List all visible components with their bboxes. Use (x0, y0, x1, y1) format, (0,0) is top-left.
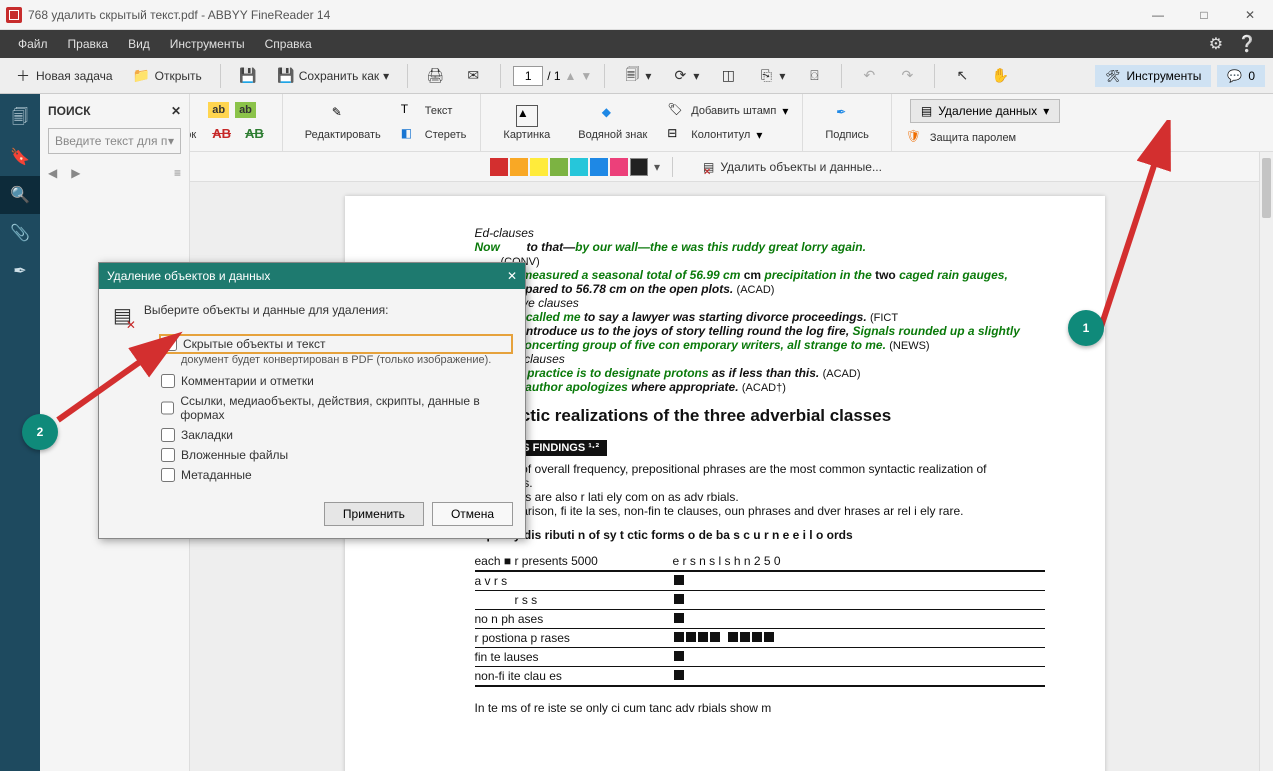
menubar: Файл Правка Вид Инструменты Справка ⚙ ❔ (0, 30, 1273, 58)
undo-button[interactable]: ↶ (854, 64, 884, 88)
apply-button[interactable]: Применить (324, 502, 424, 526)
delete-data-button[interactable]: ▤Удаление данных ▾ (910, 99, 1060, 123)
save-button[interactable]: 💾 (233, 64, 263, 88)
close-panel-icon[interactable]: ✕ (171, 104, 181, 118)
settings-icon[interactable]: ⚙ (1209, 34, 1223, 54)
dialog-icon: ▤✕ (113, 303, 132, 328)
color-swatch[interactable] (570, 158, 588, 176)
rail-signatures-icon[interactable]: ✒ (0, 252, 40, 290)
ocr-button[interactable]: ⌼ (799, 64, 829, 88)
page-current-input[interactable] (513, 66, 543, 86)
opt-attachments[interactable]: Вложенные файлы (161, 448, 511, 462)
menu-view[interactable]: Вид (118, 30, 160, 58)
help-icon[interactable]: ❔ (1237, 34, 1257, 54)
vertical-scrollbar[interactable] (1259, 152, 1273, 771)
window-title: 768 удалить скрытый текст.pdf - ABBYY Fi… (28, 8, 330, 22)
page-down-button[interactable]: ▼ (580, 69, 592, 83)
search-prev-icon[interactable]: ◀ (48, 166, 57, 180)
cancel-button[interactable]: Отмена (432, 502, 513, 526)
watermark-tool[interactable]: ◆Водяной знак (570, 105, 655, 141)
mail-button[interactable]: ✉ (458, 64, 488, 88)
ribbon: Заметка ◯Нарисовать Текстовый блок abab … (0, 94, 1273, 152)
new-task-button[interactable]: ＋Новая задача (8, 64, 119, 88)
app-icon (6, 7, 22, 23)
erase-tool[interactable]: ◧Стереть (401, 126, 467, 144)
image-tool[interactable]: ▲Картинка (495, 105, 558, 141)
more-colors-icon[interactable]: ▾ (654, 160, 660, 174)
delete-objects-button[interactable]: ▤✕Удалить объекты и данные... (703, 160, 882, 174)
page-navigator: / 1 ▲ ▼ (513, 66, 592, 86)
minimize-button[interactable]: — (1135, 0, 1181, 30)
save-as-button[interactable]: 💾Сохранить как ▾ (271, 64, 395, 88)
dialog-prompt: Выберите объекты и данные для удаления: (144, 303, 389, 317)
colorbar: ▾ ▤✕Удалить объекты и данные... (0, 152, 1273, 182)
search-panel-title: ПОИСК (48, 104, 91, 118)
print-button[interactable]: 🖨 (420, 64, 450, 88)
menu-edit[interactable]: Правка (58, 30, 119, 58)
rail-attachments-icon[interactable]: 📎 (0, 214, 40, 252)
search-settings-icon[interactable]: ≡ (174, 166, 181, 180)
dialog-title: Удаление объектов и данных (107, 269, 270, 283)
tools-panel-button[interactable]: 🛠Инструменты (1095, 65, 1211, 87)
pointer-button[interactable]: ↖ (947, 64, 977, 88)
add-stamp-tool[interactable]: 🏷Добавить штамп ▾ (667, 102, 788, 120)
pages-button[interactable]: 🗐▾ (617, 64, 657, 88)
rail-bookmarks-icon[interactable]: 🔖 (0, 138, 40, 176)
page-up-button[interactable]: ▲ (565, 69, 577, 83)
search-next-icon[interactable]: ▶ (71, 166, 80, 180)
color-swatch[interactable] (510, 158, 528, 176)
opt-bookmarks[interactable]: Закладки (161, 428, 511, 442)
redo-button[interactable]: ↷ (892, 64, 922, 88)
search-input[interactable]: Введите текст для п▾ (48, 128, 181, 154)
rail-search-icon[interactable]: 🔍 (0, 176, 40, 214)
close-button[interactable]: ✕ (1227, 0, 1273, 30)
titlebar: 768 удалить скрытый текст.pdf - ABBYY Fi… (0, 0, 1273, 30)
dialog-close-icon[interactable]: ✕ (507, 269, 517, 283)
dialog-note: документ будет конвертирован в PDF (толь… (181, 354, 511, 366)
menu-help[interactable]: Справка (255, 30, 322, 58)
menu-file[interactable]: Файл (8, 30, 58, 58)
color-swatch[interactable] (630, 158, 648, 176)
maximize-button[interactable]: □ (1181, 0, 1227, 30)
signature-tool[interactable]: ✒Подпись (817, 105, 877, 141)
highlight-green-icon[interactable]: ab (235, 102, 256, 118)
annotation-badge-1: 1 (1068, 310, 1104, 346)
color-swatch[interactable] (590, 158, 608, 176)
opt-hidden-objects[interactable]: Скрытые объекты и текст (161, 336, 511, 352)
color-swatch[interactable] (550, 158, 568, 176)
strike-green-icon[interactable]: AB (241, 124, 268, 143)
crop-button[interactable]: ◫ (713, 64, 743, 88)
menu-tools[interactable]: Инструменты (160, 30, 255, 58)
edit-tool[interactable]: ✎Редактировать (297, 105, 389, 141)
opt-comments[interactable]: Комментарии и отметки (161, 374, 511, 388)
page-total: / 1 (547, 69, 560, 83)
open-button[interactable]: 📁Открыть (127, 64, 208, 88)
comments-panel-button[interactable]: 💬0 (1217, 65, 1265, 87)
opt-links[interactable]: Ссылки, медиаобъекты, действия, скрипты,… (161, 394, 511, 422)
color-swatch[interactable] (490, 158, 508, 176)
strike-red-icon[interactable]: AB (208, 124, 235, 143)
opt-metadata[interactable]: Метаданные (161, 468, 511, 482)
color-swatch[interactable] (530, 158, 548, 176)
delete-data-dialog: Удаление объектов и данных ✕ ▤✕ Выберите … (98, 262, 526, 539)
rail-pages-icon[interactable]: 🗐 (0, 100, 40, 138)
text-tool[interactable]: TТекст (401, 102, 467, 120)
main-toolbar: ＋Новая задача 📁Открыть 💾 💾Сохранить как … (0, 58, 1273, 94)
color-swatch[interactable] (610, 158, 628, 176)
hand-button[interactable]: ✋ (985, 64, 1015, 88)
headerfooter-tool[interactable]: ⊟Колонтитул ▾ (667, 126, 788, 144)
protect-button[interactable]: 🛡Защита паролем (906, 129, 1060, 147)
annotation-badge-2: 2 (22, 414, 58, 450)
highlight-yellow-icon[interactable]: ab (208, 102, 229, 118)
extract-button[interactable]: ⎘▾ (751, 64, 791, 88)
rotate-button[interactable]: ⟳▾ (665, 64, 705, 88)
